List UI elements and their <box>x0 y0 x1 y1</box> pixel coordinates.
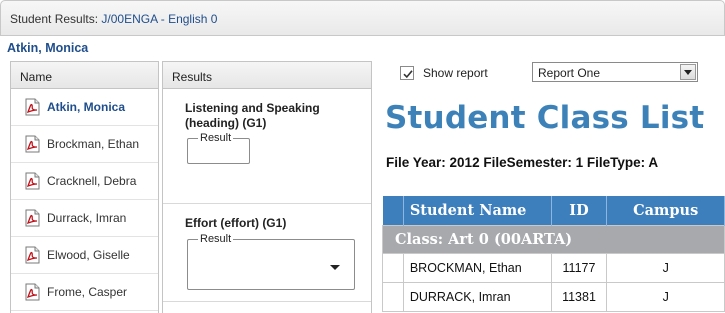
pdf-file-icon <box>24 209 41 227</box>
result-title: Effort (effort) (G1) <box>185 216 287 230</box>
pdf-file-icon <box>24 246 41 264</box>
pdf-file-icon <box>24 283 41 301</box>
table-header-row: Student Name ID Campus <box>382 196 725 225</box>
student-id-cell: 11177 <box>550 252 608 283</box>
name-column-header: Name <box>11 62 158 89</box>
class-group-row: Class: Art 0 (00ARTA) <box>382 224 725 254</box>
window-title-bar: Student Results: J/00ENGA - English 0 <box>0 0 725 36</box>
column-header: ID <box>551 196 608 225</box>
table-row: DURRACK, Imran 11381 J <box>382 281 725 312</box>
student-list-item[interactable]: Atkin, Monica <box>11 89 158 126</box>
student-name-cell: DURRACK, Imran <box>402 281 552 312</box>
result-dropdown[interactable]: Result <box>187 233 355 290</box>
report-select-value: Report One <box>538 66 601 80</box>
student-list-item-label: Frome, Casper <box>47 285 128 299</box>
window-title-prefix: Student Results: <box>10 12 102 26</box>
student-list-item-label: Brockman, Ethan <box>47 137 140 151</box>
name-list: Atkin, Monica Brockman, Ethan Cracknell, D… <box>11 89 158 311</box>
student-list-item[interactable]: Elwood, Giselle <box>11 237 158 274</box>
show-report-toggle[interactable]: Show report <box>400 66 488 80</box>
name-column: Name Atkin, Monica Brockman, Ethan Crackne… <box>10 61 159 313</box>
pdf-file-icon <box>24 98 41 116</box>
result-field[interactable]: Result <box>187 132 250 164</box>
result-field-label: Result <box>198 132 234 144</box>
result-title: Listening and Speaking (heading) (G1) <box>185 101 320 130</box>
pdf-file-icon <box>24 135 41 153</box>
window-title-link[interactable]: J/00ENGA - English 0 <box>101 12 217 26</box>
student-list-item-label: Durrack, Imran <box>47 211 127 225</box>
student-list-item[interactable]: Frome, Casper <box>11 274 158 311</box>
student-list-item-label: Elwood, Giselle <box>47 248 130 262</box>
results-column-header: Results <box>163 62 371 89</box>
show-report-checkbox[interactable] <box>400 66 414 80</box>
result-field-label: Result <box>198 233 234 245</box>
column-header <box>382 196 404 225</box>
chevron-down-icon[interactable] <box>330 265 340 270</box>
student-id-cell: 11381 <box>550 281 608 312</box>
row-marker-cell <box>382 281 404 312</box>
column-header: Student Name <box>403 196 552 225</box>
checkmark-icon <box>403 70 413 79</box>
report-title: Student Class List <box>385 100 705 136</box>
class-group-label: Class: Art 0 (00ARTA) <box>382 224 725 254</box>
results-column: Results Listening and Speaking (heading)… <box>162 61 372 313</box>
window-title: Student Results: J/00ENGA - English 0 <box>10 12 217 26</box>
student-list-item[interactable]: Durrack, Imran <box>11 200 158 237</box>
show-report-label: Show report <box>423 66 488 80</box>
selected-student-name: Atkin, Monica <box>7 41 89 55</box>
result-block-effort: Effort (effort) (G1) Result <box>163 204 371 302</box>
result-block-listening: Listening and Speaking (heading) (G1) Re… <box>163 89 371 204</box>
student-list-item-label: Atkin, Monica <box>47 100 126 114</box>
report-select[interactable]: Report One <box>532 62 698 82</box>
campus-cell: J <box>606 252 725 283</box>
student-list-item-label: Cracknell, Debra <box>47 174 137 188</box>
table-row: BROCKMAN, Ethan 11177 J <box>382 252 725 283</box>
student-list-item[interactable]: Brockman, Ethan <box>11 126 158 163</box>
column-header: Campus <box>606 196 725 225</box>
campus-cell: J <box>606 281 725 312</box>
row-marker-cell <box>382 252 404 283</box>
report-subtitle: File Year: 2012 FileSemester: 1 FileType… <box>386 155 659 170</box>
student-list-item[interactable]: Cracknell, Debra <box>11 163 158 200</box>
pdf-file-icon <box>24 172 41 190</box>
student-class-table: Student Name ID Campus Class: Art 0 (00A… <box>382 196 725 312</box>
chevron-down-icon[interactable] <box>680 64 696 80</box>
student-name-cell: BROCKMAN, Ethan <box>402 252 552 283</box>
